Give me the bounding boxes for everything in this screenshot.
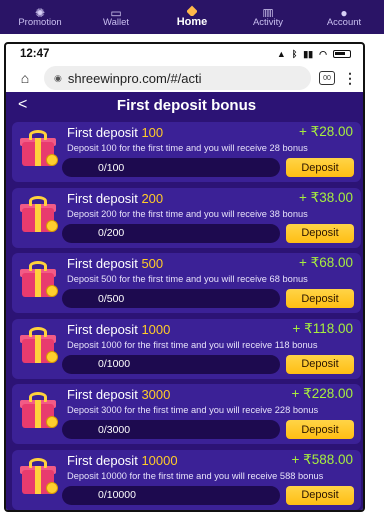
bonus-progress: 0/500: [62, 289, 280, 309]
bonus-reward: + ₹28.00: [298, 124, 353, 139]
bonus-card: First deposit 200 + ₹38.00 Deposit 200 f…: [12, 187, 361, 248]
browser-home-icon[interactable]: ⌂: [14, 70, 36, 86]
bonus-amount: 3000: [141, 387, 171, 403]
browser-url-bar: ⌂ ◉ shreewinpro.com/#/acti 00 ⋮: [6, 64, 363, 92]
bonus-reward: + ₹118.00: [292, 320, 353, 336]
bonus-reward: + ₹38.00: [298, 189, 353, 205]
nav-wallet[interactable]: ▭ Wallet: [80, 7, 152, 28]
bluetooth-icon: ᛒ: [291, 49, 298, 59]
bonus-card: First deposit 3000 + ₹228.00 Deposit 300…: [12, 384, 361, 445]
bonus-progress: 0/10000: [62, 485, 280, 505]
page-header: < First deposit bonus: [6, 92, 363, 118]
address-field[interactable]: ◉ shreewinpro.com/#/acti: [44, 66, 311, 90]
nav-promotion-label: Promotion: [18, 17, 62, 28]
status-time: 12:47: [20, 48, 50, 60]
nav-activity-label: Activity: [252, 17, 284, 28]
nav-account[interactable]: ● Account: [308, 7, 380, 28]
signal-icon: ▮▮: [303, 48, 314, 59]
bonus-amount: 200: [141, 190, 164, 206]
bonus-title: First deposit 3000: [67, 387, 171, 403]
activity-icon: ▥: [262, 7, 274, 17]
bonus-description: Deposit 500 for the first time and you w…: [67, 274, 308, 285]
bonus-title: First deposit 1000: [67, 321, 171, 337]
deposit-button[interactable]: Deposit: [286, 289, 354, 309]
gift-box-icon: [18, 392, 58, 429]
bonus-amount: 1000: [141, 321, 171, 337]
status-bar: 12:47 ▲ ᛒ ▮▮ ◠: [6, 44, 363, 64]
url-text: shreewinpro.com/#/acti: [67, 70, 202, 86]
app-content: < First deposit bonus First deposit 100 …: [6, 92, 363, 510]
bonus-title: First deposit 200: [67, 190, 164, 206]
nav-home[interactable]: ◆ Home: [156, 4, 228, 28]
battery-icon: [333, 50, 351, 58]
deposit-button[interactable]: Deposit: [286, 420, 354, 440]
tab-switcher-button[interactable]: 00: [319, 71, 335, 85]
site-info-icon[interactable]: ◉: [54, 73, 62, 84]
bottom-nav-bar: ✺ Promotion ▭ Wallet ◆ Home ▥ Activity ●…: [0, 0, 384, 34]
promotion-icon: ✺: [34, 7, 46, 17]
bonus-progress: 0/3000: [62, 420, 280, 440]
chevron-left-icon[interactable]: <: [18, 96, 38, 114]
wifi-icon: ◠: [319, 48, 327, 59]
bonus-card: First deposit 500 + ₹68.00 Deposit 500 f…: [12, 253, 361, 314]
bonus-card: First deposit 100 + ₹28.00 Deposit 100 f…: [12, 122, 361, 182]
bonus-description: Deposit 1000 for the first time and you …: [67, 339, 318, 350]
bonus-reward: + ₹588.00: [291, 451, 353, 467]
status-icons: ▲ ᛒ ▮▮ ◠: [277, 49, 351, 60]
bonus-title: First deposit 500: [67, 256, 164, 272]
nav-home-label: Home: [176, 16, 208, 28]
deposit-button[interactable]: Deposit: [286, 354, 354, 374]
page-title: First deposit bonus: [116, 96, 257, 114]
bonus-amount: 10000: [141, 452, 178, 468]
deposit-button[interactable]: Deposit: [286, 223, 354, 243]
gift-box-icon: [18, 457, 58, 494]
bonus-title: First deposit 100: [67, 125, 164, 140]
bonus-card: First deposit 10000 + ₹588.00 Deposit 10…: [12, 449, 361, 510]
deposit-button[interactable]: Deposit: [286, 158, 354, 177]
gift-box-icon: [18, 261, 58, 298]
bonus-amount: 100: [141, 125, 164, 140]
bonus-description: Deposit 10000 for the first time and you…: [67, 470, 324, 481]
browser-menu-icon[interactable]: ⋮: [343, 70, 357, 87]
gap: [0, 34, 384, 42]
notification-icon: ▲: [276, 49, 286, 59]
nav-activity[interactable]: ▥ Activity: [232, 7, 304, 28]
bonus-reward: + ₹68.00: [298, 255, 353, 271]
bonus-progress: 0/1000: [62, 354, 280, 374]
bonus-list: First deposit 100 + ₹28.00 Deposit 100 f…: [6, 118, 363, 510]
bonus-description: Deposit 3000 for the first time and you …: [67, 405, 319, 416]
deposit-button[interactable]: Deposit: [286, 485, 354, 505]
nav-wallet-label: Wallet: [102, 17, 130, 28]
bonus-amount: 500: [141, 256, 164, 272]
nav-account-label: Account: [326, 17, 362, 28]
nav-promotion[interactable]: ✺ Promotion: [4, 7, 76, 28]
bonus-description: Deposit 200 for the first time and you w…: [67, 208, 308, 219]
phone-screen: 12:47 ▲ ᛒ ▮▮ ◠ ⌂ ◉ shreewinpro.com/#/act…: [4, 42, 365, 512]
bonus-reward: + ₹228.00: [291, 386, 353, 402]
gift-box-icon: [18, 195, 58, 232]
wallet-icon: ▭: [110, 7, 122, 17]
bonus-progress: 0/100: [62, 158, 280, 177]
account-icon: ●: [340, 7, 348, 17]
home-gamepad-icon: ◆: [186, 4, 198, 16]
gift-box-icon: [18, 326, 58, 363]
bonus-card: First deposit 1000 + ₹118.00 Deposit 100…: [12, 318, 361, 379]
bonus-description: Deposit 100 for the first time and you w…: [67, 143, 308, 153]
bonus-progress: 0/200: [62, 223, 280, 243]
bonus-title: First deposit 10000: [67, 452, 178, 468]
gift-box-icon: [18, 130, 58, 166]
